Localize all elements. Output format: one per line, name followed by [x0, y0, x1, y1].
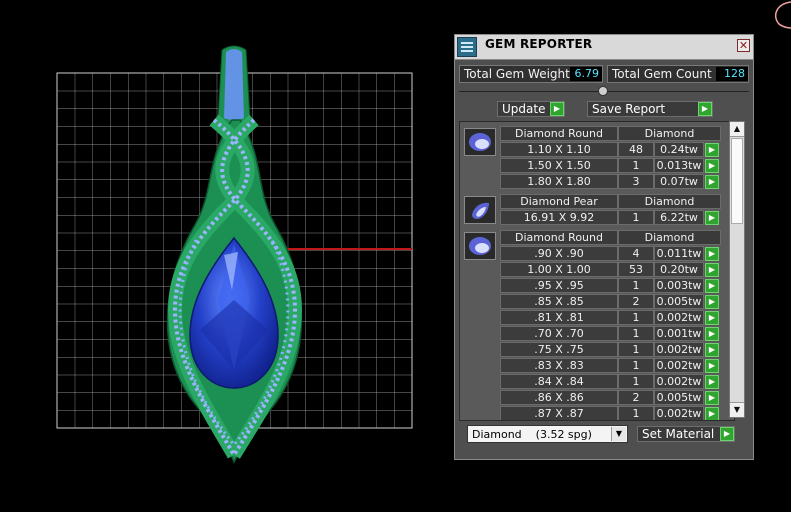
size-cell: 1.80 X 1.80: [500, 174, 618, 189]
title-bar[interactable]: GEM REPORTER ✕: [455, 35, 753, 60]
select-row-arrow-icon[interactable]: ▶: [705, 311, 719, 325]
count-cell: 2: [618, 294, 654, 309]
slider-handle[interactable]: [598, 86, 608, 96]
weight-cell: 0.002tw: [654, 358, 704, 373]
material-dropdown[interactable]: Diamond (3.52 spg) ▼: [467, 425, 628, 443]
chevron-down-icon[interactable]: ▼: [611, 427, 626, 441]
scroll-down-icon[interactable]: ▼: [730, 402, 744, 417]
count-cell: 1: [618, 158, 654, 173]
count-cell: 2: [618, 390, 654, 405]
total-gem-count-value: 128: [716, 67, 748, 81]
weight-cell: 0.002tw: [654, 406, 704, 420]
set-material-button-label: Set Material: [642, 427, 715, 441]
window-title: GEM REPORTER: [485, 37, 593, 51]
material-name: Diamond: [618, 230, 721, 245]
material-dropdown-value: Diamond (3.52 spg): [472, 428, 592, 441]
select-row-arrow-icon[interactable]: ▶: [705, 175, 719, 189]
count-cell: 1: [618, 210, 654, 225]
material-name: Diamond: [618, 126, 721, 141]
size-cell: .70 X .70: [500, 326, 618, 341]
select-row-arrow-icon[interactable]: ▶: [705, 391, 719, 405]
play-arrow-icon: ▶: [698, 102, 712, 116]
weight-cell: 0.001tw: [654, 326, 704, 341]
select-row-arrow-icon[interactable]: ▶: [705, 279, 719, 293]
select-row-arrow-icon[interactable]: ▶: [705, 359, 719, 373]
weight-cell: 0.005tw: [654, 294, 704, 309]
scroll-thumb[interactable]: [731, 138, 743, 224]
select-row-arrow-icon[interactable]: ▶: [705, 143, 719, 157]
scroll-up-icon[interactable]: ▲: [730, 122, 744, 137]
gem-reporter-panel: GEM REPORTER ✕ Total Gem Weight 6.79 Tot…: [454, 34, 754, 460]
count-cell: 53: [618, 262, 654, 277]
save-report-button[interactable]: Save Report ▶: [587, 101, 713, 117]
weight-cell: 0.07tw: [654, 174, 704, 189]
weight-cell: 0.002tw: [654, 310, 704, 325]
play-arrow-icon: ▶: [720, 427, 734, 441]
pear-gem-icon: [464, 196, 496, 224]
count-cell: 48: [618, 142, 654, 157]
weight-cell: 0.20tw: [654, 262, 704, 277]
select-row-arrow-icon[interactable]: ▶: [705, 343, 719, 357]
total-gem-weight-label: Total Gem Weight: [464, 67, 570, 81]
total-gem-weight-value: 6.79: [570, 67, 602, 81]
weight-cell: 0.24tw: [654, 142, 704, 157]
select-row-arrow-icon[interactable]: ▶: [705, 211, 719, 225]
count-cell: 3: [618, 174, 654, 189]
count-cell: 4: [618, 246, 654, 261]
list-scrollbar[interactable]: ▲ ▼: [729, 121, 745, 418]
size-cell: .86 X .86: [500, 390, 618, 405]
set-material-button[interactable]: Set Material ▶: [637, 426, 735, 442]
weight-cell: 0.013tw: [654, 158, 704, 173]
size-cell: .85 X .85: [500, 294, 618, 309]
weight-cell: 0.011tw: [654, 246, 704, 261]
count-cell: 1: [618, 406, 654, 420]
weight-cell: 6.22tw: [654, 210, 704, 225]
total-gem-count: Total Gem Count 128: [607, 65, 749, 83]
size-cell: .75 X .75: [500, 342, 618, 357]
select-row-arrow-icon[interactable]: ▶: [705, 375, 719, 389]
count-cell: 1: [618, 310, 654, 325]
total-gem-weight: Total Gem Weight 6.79: [459, 65, 603, 83]
weight-cell: 0.005tw: [654, 390, 704, 405]
count-cell: 1: [618, 278, 654, 293]
count-cell: 1: [618, 358, 654, 373]
select-row-arrow-icon[interactable]: ▶: [705, 407, 719, 420]
size-cell: 1.10 X 1.10: [500, 142, 618, 157]
update-button-label: Update: [502, 102, 546, 116]
corner-ornament: [775, 1, 791, 29]
save-report-button-label: Save Report: [592, 102, 666, 116]
size-cell: 1.50 X 1.50: [500, 158, 618, 173]
size-cell: .90 X .90: [500, 246, 618, 261]
shape-name: Diamond Round: [500, 230, 618, 245]
size-cell: .87 X .87: [500, 406, 618, 420]
select-row-arrow-icon[interactable]: ▶: [705, 247, 719, 261]
gem-reporter-app-icon: [457, 37, 477, 57]
size-cell: 16.91 X 9.92: [500, 210, 618, 225]
select-row-arrow-icon[interactable]: ▶: [705, 159, 719, 173]
total-gem-count-label: Total Gem Count: [612, 67, 712, 81]
material-name: Diamond: [618, 194, 721, 209]
size-cell: .81 X .81: [500, 310, 618, 325]
count-cell: 1: [618, 374, 654, 389]
gem-list: Diamond Round Diamond 1.10 X 1.10 48 0.2…: [459, 121, 735, 421]
count-cell: 1: [618, 342, 654, 357]
select-row-arrow-icon[interactable]: ▶: [705, 263, 719, 277]
shape-name: Diamond Round: [500, 126, 618, 141]
weight-cell: 0.002tw: [654, 342, 704, 357]
round-gem-icon: [464, 232, 496, 260]
count-cell: 1: [618, 326, 654, 341]
close-icon[interactable]: ✕: [737, 39, 750, 52]
shape-name: Diamond Pear: [500, 194, 618, 209]
select-row-arrow-icon[interactable]: ▶: [705, 327, 719, 341]
select-row-arrow-icon[interactable]: ▶: [705, 295, 719, 309]
weight-cell: 0.003tw: [654, 278, 704, 293]
size-cell: .84 X .84: [500, 374, 618, 389]
weight-cell: 0.002tw: [654, 374, 704, 389]
update-button[interactable]: Update ▶: [497, 101, 565, 117]
size-cell: .95 X .95: [500, 278, 618, 293]
round-gem-icon: [464, 128, 496, 156]
size-cell: 1.00 X 1.00: [500, 262, 618, 277]
size-cell: .83 X .83: [500, 358, 618, 373]
play-arrow-icon: ▶: [550, 102, 564, 116]
